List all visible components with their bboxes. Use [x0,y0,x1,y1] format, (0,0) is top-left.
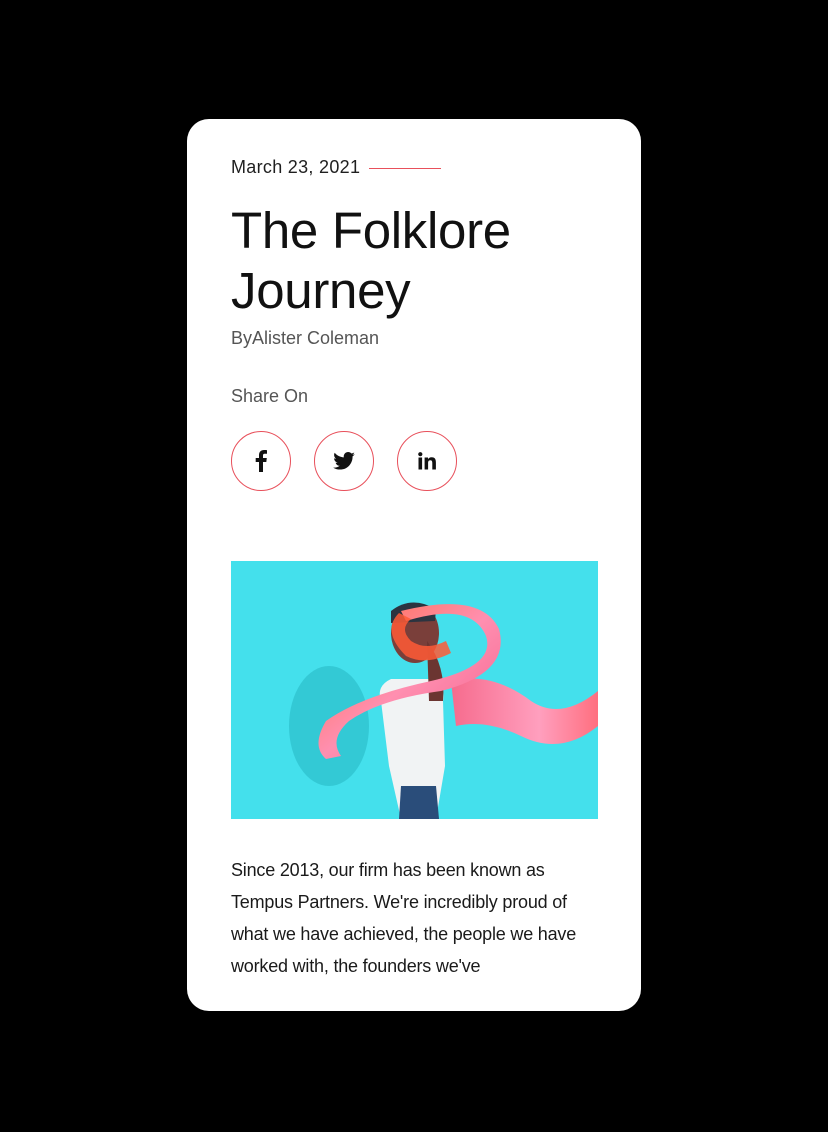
article-byline: ByAlister Coleman [231,328,380,348]
article-title: The Folklore Journey [231,202,511,319]
linkedin-icon [417,452,437,470]
share-label: Share On [231,386,309,406]
article-card: March 23, 2021 The Folklore Journey ByAl… [187,119,641,1011]
date-divider [369,168,442,169]
social-share-buttons [231,431,480,491]
hero-image [231,561,598,819]
twitter-icon [333,452,355,470]
article-date: March 23, 2021 [231,157,361,177]
date-row: March 23, 2021 [231,157,442,178]
facebook-icon [255,450,267,472]
twitter-share-button[interactable] [314,431,374,491]
facebook-share-button[interactable] [231,431,291,491]
article-body: Since 2013, our firm has been known as T… [231,860,577,976]
linkedin-share-button[interactable] [397,431,457,491]
